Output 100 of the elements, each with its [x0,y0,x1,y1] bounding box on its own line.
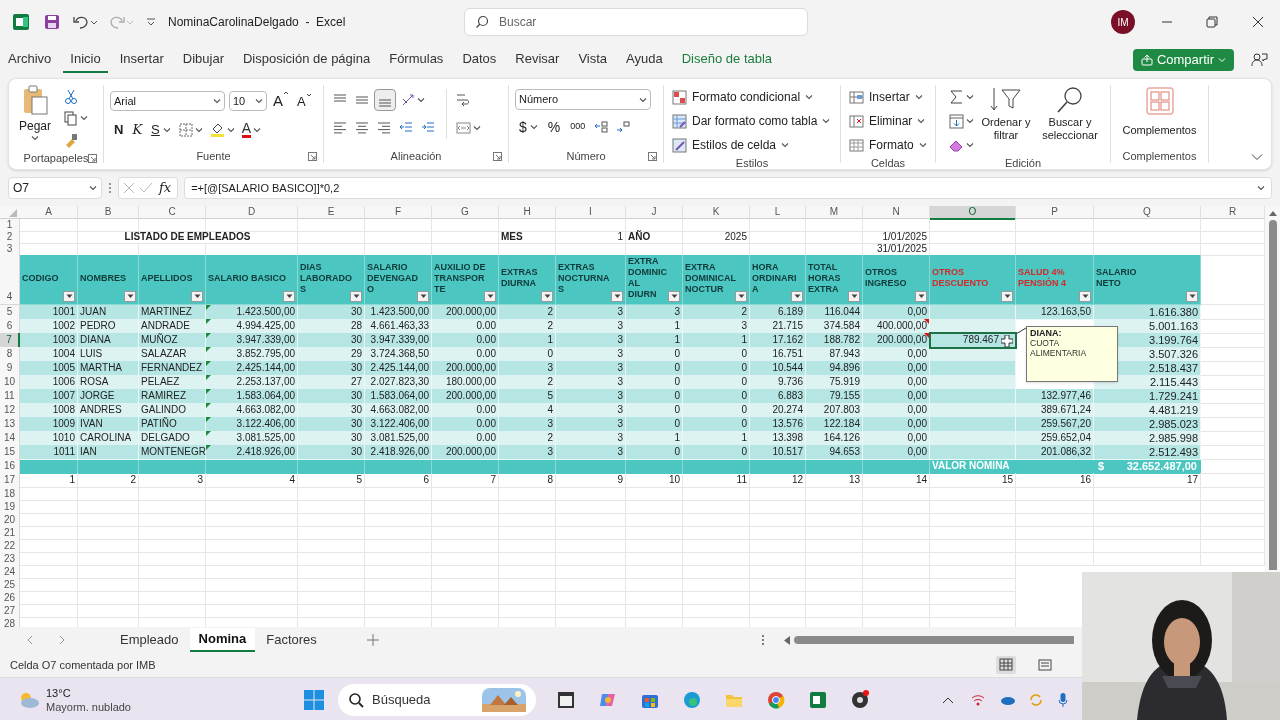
paste-button[interactable]: Pegar [15,85,55,141]
empty-cell[interactable] [298,487,365,501]
empty-cell[interactable] [806,565,863,579]
empty-cell[interactable] [683,487,750,501]
empty-cell[interactable] [298,513,365,527]
empty-cell[interactable] [930,487,1016,501]
conditional-format-button[interactable]: Formato condicional [672,86,831,108]
grow-font-button[interactable]: A [271,90,291,113]
empty-cell[interactable] [556,591,626,605]
empty-cell[interactable] [499,591,556,605]
empty-cell[interactable] [930,526,1016,540]
sync-icon[interactable] [1028,691,1044,708]
empty-cell[interactable] [806,604,863,618]
sort-filter-button[interactable]: Ordenar y filtrar [977,86,1035,142]
empty-cell[interactable] [1016,552,1094,566]
filter-button[interactable] [668,291,680,302]
empty-cell[interactable] [863,604,930,618]
empty-cell[interactable] [365,231,432,244]
empty-cell[interactable] [626,513,683,527]
empty-cell[interactable] [626,591,683,605]
empty-cell[interactable] [365,539,432,553]
empty-cell[interactable] [750,513,806,527]
empty-cell[interactable] [626,552,683,566]
redo-icon[interactable] [108,14,134,30]
cloud-icon[interactable] [18,690,40,709]
empty-cell[interactable] [1094,539,1201,553]
empty-cell[interactable] [139,604,206,618]
empty-cell[interactable] [556,219,626,232]
empty-cell[interactable] [806,513,863,527]
empty-cell[interactable] [683,591,750,605]
empty-cell[interactable] [1094,487,1201,501]
filter-button[interactable] [283,291,295,302]
empty-cell[interactable] [365,500,432,514]
empty-cell[interactable] [499,552,556,566]
empty-cell[interactable] [863,539,930,553]
empty-cell[interactable] [626,526,683,540]
row-header[interactable]: 24 [0,565,20,579]
empty-cell[interactable] [626,565,683,579]
empty-cell[interactable] [683,552,750,566]
empty-cell[interactable] [432,231,499,244]
empty-cell[interactable] [1094,552,1201,566]
empty-cell[interactable] [432,500,499,514]
empty-cell[interactable] [432,565,499,579]
empty-cell[interactable] [499,578,556,592]
shrink-font-button[interactable]: A [295,91,314,111]
column-header[interactable]: I [556,206,626,220]
cancel-icon[interactable] [123,182,135,194]
column-header[interactable]: G [432,206,499,220]
empty-cell[interactable] [206,578,298,592]
empty-cell[interactable] [206,487,298,501]
empty-cell[interactable] [626,539,683,553]
empty-cell[interactable] [78,578,139,592]
undo-icon[interactable] [72,14,98,30]
sheet-tab[interactable]: Factores [257,628,326,652]
bold-button[interactable]: N [110,118,128,141]
row-header[interactable]: 19 [0,500,20,514]
empty-cell[interactable] [499,565,556,579]
menu-tab[interactable]: Insertar [112,47,171,73]
restore-icon[interactable] [1206,16,1218,28]
empty-cell[interactable] [1094,513,1201,527]
empty-cell[interactable] [683,539,750,553]
empty-cell[interactable] [930,231,1016,244]
empty-cell[interactable] [1094,219,1201,232]
microphone-icon[interactable] [1058,691,1068,708]
empty-cell[interactable] [365,591,432,605]
filter-button[interactable] [1079,291,1091,302]
empty-cell[interactable] [206,591,298,605]
empty-cell[interactable] [750,552,806,566]
empty-cell[interactable] [750,539,806,553]
filter-button[interactable] [124,291,136,302]
empty-cell[interactable] [1016,231,1094,244]
empty-cell[interactable] [930,552,1016,566]
empty-cell[interactable] [432,513,499,527]
empty-cell[interactable] [806,591,863,605]
empty-cell[interactable] [1016,487,1094,501]
customize-toolbar-icon[interactable] [146,17,156,27]
empty-cell[interactable] [432,552,499,566]
menu-tab[interactable]: Inicio [63,47,108,73]
empty-cell[interactable] [78,539,139,553]
close-icon[interactable] [1252,16,1264,28]
filter-button[interactable] [417,291,429,302]
empty-cell[interactable] [365,487,432,501]
empty-cell[interactable] [626,487,683,501]
row-header[interactable]: 22 [0,539,20,553]
empty-cell[interactable] [499,604,556,618]
empty-cell[interactable] [1016,513,1094,527]
empty-cell[interactable] [78,565,139,579]
empty-cell[interactable] [556,513,626,527]
empty-cell[interactable] [683,513,750,527]
empty-cell[interactable] [432,526,499,540]
horizontal-scrollbar[interactable] [794,636,1074,644]
save-icon[interactable] [44,14,60,30]
empty-cell[interactable] [78,552,139,566]
comments-icon[interactable] [1250,52,1268,68]
empty-cell[interactable] [863,552,930,566]
start-icon[interactable] [304,689,324,710]
empty-cell[interactable] [683,578,750,592]
taskbar-search-field[interactable]: Búsqueda [338,683,536,716]
empty-cell[interactable] [930,604,1016,618]
empty-cell[interactable] [1094,500,1201,514]
